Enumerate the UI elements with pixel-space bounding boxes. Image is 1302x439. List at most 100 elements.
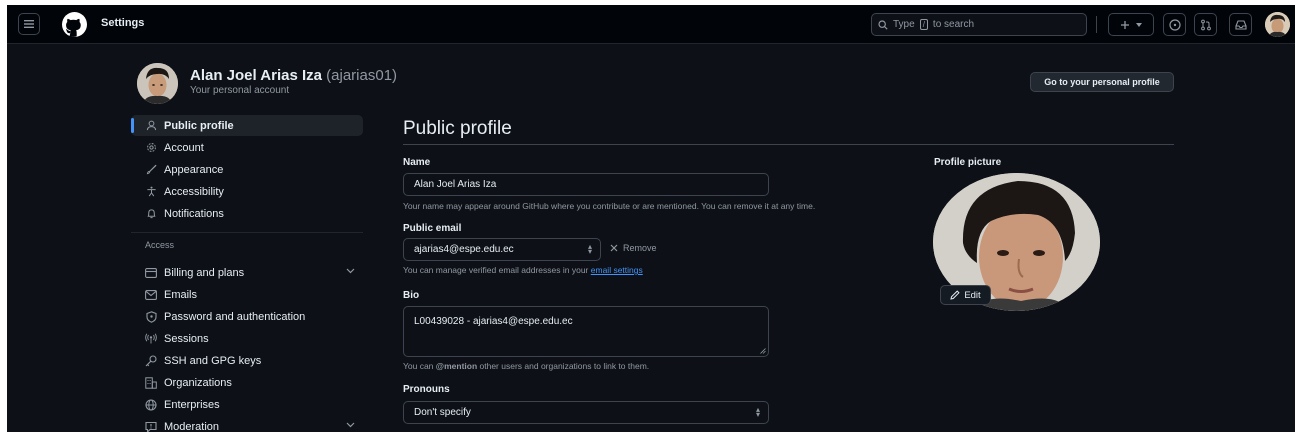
email-hint: You can manage verified email addresses … bbox=[403, 265, 643, 275]
pronouns-select[interactable]: Don't specify ▴ ▾ bbox=[403, 401, 769, 424]
sidebar-item-public-profile[interactable]: Public profile bbox=[131, 115, 363, 136]
inbox-icon bbox=[1234, 19, 1247, 30]
pencil-icon bbox=[950, 290, 960, 300]
sidebar-item-emails[interactable]: Emails bbox=[131, 284, 363, 305]
sidebar-item-label: Billing and plans bbox=[164, 266, 245, 279]
sidebar-item-moderation[interactable]: Moderation bbox=[131, 416, 363, 432]
sidebar-item-account[interactable]: Account bbox=[131, 137, 363, 158]
paintbrush-icon bbox=[145, 164, 157, 176]
profile-picture-label: Profile picture bbox=[934, 157, 1002, 168]
header-divider bbox=[1096, 16, 1097, 33]
sidebar-item-label: Organizations bbox=[164, 376, 232, 389]
bio-hint-prefix: You can bbox=[403, 361, 434, 371]
name-field-value: Alan Joel Arias Iza bbox=[414, 179, 497, 190]
person-icon bbox=[145, 120, 157, 132]
avatar-image-icon bbox=[137, 63, 178, 104]
bio-label: Bio bbox=[403, 290, 420, 301]
account-login: (ajarias01) bbox=[326, 67, 398, 84]
sidebar-item-label: Password and authentication bbox=[164, 310, 306, 323]
sidebar-item-ssh-keys[interactable]: SSH and GPG keys bbox=[131, 350, 363, 371]
public-email-value: ajarias4@espe.edu.ec bbox=[414, 244, 514, 255]
account-name: Alan Joel Arias Iza bbox=[190, 67, 322, 84]
triangle-down-icon bbox=[1136, 22, 1142, 27]
github-settings-window: Settings Type / to search Alan Joel Aria… bbox=[7, 5, 1295, 432]
inbox-button[interactable] bbox=[1229, 13, 1252, 36]
gear-icon bbox=[145, 142, 157, 154]
sidebar-item-appearance[interactable]: Appearance bbox=[131, 159, 363, 180]
pull-requests-button[interactable] bbox=[1194, 13, 1217, 36]
sidebar-item-label: Enterprises bbox=[164, 398, 220, 411]
menu-button[interactable] bbox=[18, 13, 40, 35]
shield-lock-icon bbox=[145, 310, 157, 323]
sidebar-item-label: Emails bbox=[164, 288, 198, 301]
sidebar-item-accessibility[interactable]: Accessibility bbox=[131, 181, 363, 202]
account-subtitle: Your personal account bbox=[190, 85, 290, 96]
bio-hint-mention: @mention bbox=[435, 361, 478, 371]
go-to-profile-button[interactable]: Go to your personal profile bbox=[1030, 72, 1174, 92]
create-new-button[interactable] bbox=[1108, 13, 1154, 36]
sidebar-item-label: Appearance bbox=[164, 163, 224, 176]
remove-email-button[interactable]: Remove bbox=[610, 243, 657, 253]
user-avatar-menu[interactable] bbox=[1265, 12, 1290, 37]
sidebar-item-label: Account bbox=[164, 141, 204, 154]
search-placeholder: Type bbox=[893, 19, 915, 30]
mail-icon bbox=[145, 289, 157, 301]
sidebar-item-billing[interactable]: Billing and plans bbox=[131, 262, 363, 283]
edit-profile-picture-button[interactable]: Edit bbox=[940, 285, 991, 305]
bio-hint: You can @mention other users and organiz… bbox=[403, 361, 649, 371]
active-indicator bbox=[131, 118, 134, 133]
organization-icon bbox=[145, 376, 157, 389]
sidebar-item-label: Moderation bbox=[164, 420, 220, 433]
plus-icon bbox=[1121, 20, 1129, 29]
edit-label: Edit bbox=[964, 289, 981, 301]
credit-card-icon bbox=[145, 267, 157, 279]
accessibility-icon bbox=[145, 186, 157, 198]
sidebar-heading-access: Access bbox=[145, 240, 175, 250]
pronouns-label: Pronouns bbox=[403, 384, 450, 395]
page-title: Public profile bbox=[403, 118, 512, 139]
sidebar-item-label: Accessibility bbox=[164, 185, 224, 198]
sidebar-item-label: Sessions bbox=[164, 332, 209, 345]
bell-icon bbox=[145, 208, 157, 220]
select-arrows-icon: ▴ ▾ bbox=[755, 405, 760, 419]
hamburger-icon bbox=[24, 20, 34, 28]
avatar-image-icon bbox=[1265, 12, 1290, 37]
sidebar-item-organizations[interactable]: Organizations bbox=[131, 372, 363, 393]
sidebar-item-label: Notifications bbox=[164, 207, 224, 220]
search-shortcut-key: / bbox=[919, 19, 928, 30]
github-logo-icon[interactable] bbox=[62, 12, 87, 37]
select-arrows-icon: ▴ ▾ bbox=[587, 242, 592, 256]
account-avatar bbox=[137, 63, 178, 104]
report-icon bbox=[145, 421, 157, 432]
bio-hint-suffix: other users and organizations to link to… bbox=[479, 361, 650, 371]
public-email-select[interactable]: ajarias4@espe.edu.ec ▴ ▾ bbox=[403, 238, 601, 261]
sidebar-item-password[interactable]: Password and authentication bbox=[131, 306, 363, 327]
bio-textarea[interactable]: L00439028 - ajarias4@espe.edu.ec bbox=[403, 306, 769, 357]
sidebar-item-sessions[interactable]: Sessions bbox=[131, 328, 363, 349]
resize-handle-icon[interactable] bbox=[760, 348, 766, 354]
email-hint-text: You can manage verified email addresses … bbox=[403, 265, 589, 275]
title-divider bbox=[403, 144, 1174, 145]
globe-icon bbox=[145, 398, 157, 411]
chevron-down-icon bbox=[346, 268, 355, 274]
sidebar-item-notifications[interactable]: Notifications bbox=[131, 203, 363, 224]
git-pull-request-icon bbox=[1200, 19, 1211, 30]
search-icon bbox=[878, 19, 888, 30]
sidebar-item-enterprises[interactable]: Enterprises bbox=[131, 394, 363, 415]
page-context-title: Settings bbox=[101, 17, 145, 29]
name-hint: Your name may appear around GitHub where… bbox=[403, 201, 816, 211]
account-display-name: Alan Joel Arias Iza (ajarias01) bbox=[190, 67, 397, 84]
top-navigation-bar: Settings Type / to search bbox=[7, 5, 1295, 44]
sidebar-item-label: Public profile bbox=[164, 119, 234, 132]
pronouns-value: Don't specify bbox=[414, 407, 471, 418]
bio-value: L00439028 - ajarias4@espe.edu.ec bbox=[414, 316, 573, 327]
search-input[interactable]: Type / to search bbox=[871, 13, 1087, 36]
email-settings-link[interactable]: email settings bbox=[591, 265, 643, 275]
sidebar-item-label: SSH and GPG keys bbox=[164, 354, 262, 367]
sidebar-divider bbox=[131, 232, 363, 233]
public-email-label: Public email bbox=[403, 223, 462, 234]
x-icon bbox=[610, 244, 618, 252]
key-icon bbox=[145, 354, 157, 367]
issues-button[interactable] bbox=[1163, 13, 1186, 36]
name-field[interactable]: Alan Joel Arias Iza bbox=[403, 173, 769, 196]
